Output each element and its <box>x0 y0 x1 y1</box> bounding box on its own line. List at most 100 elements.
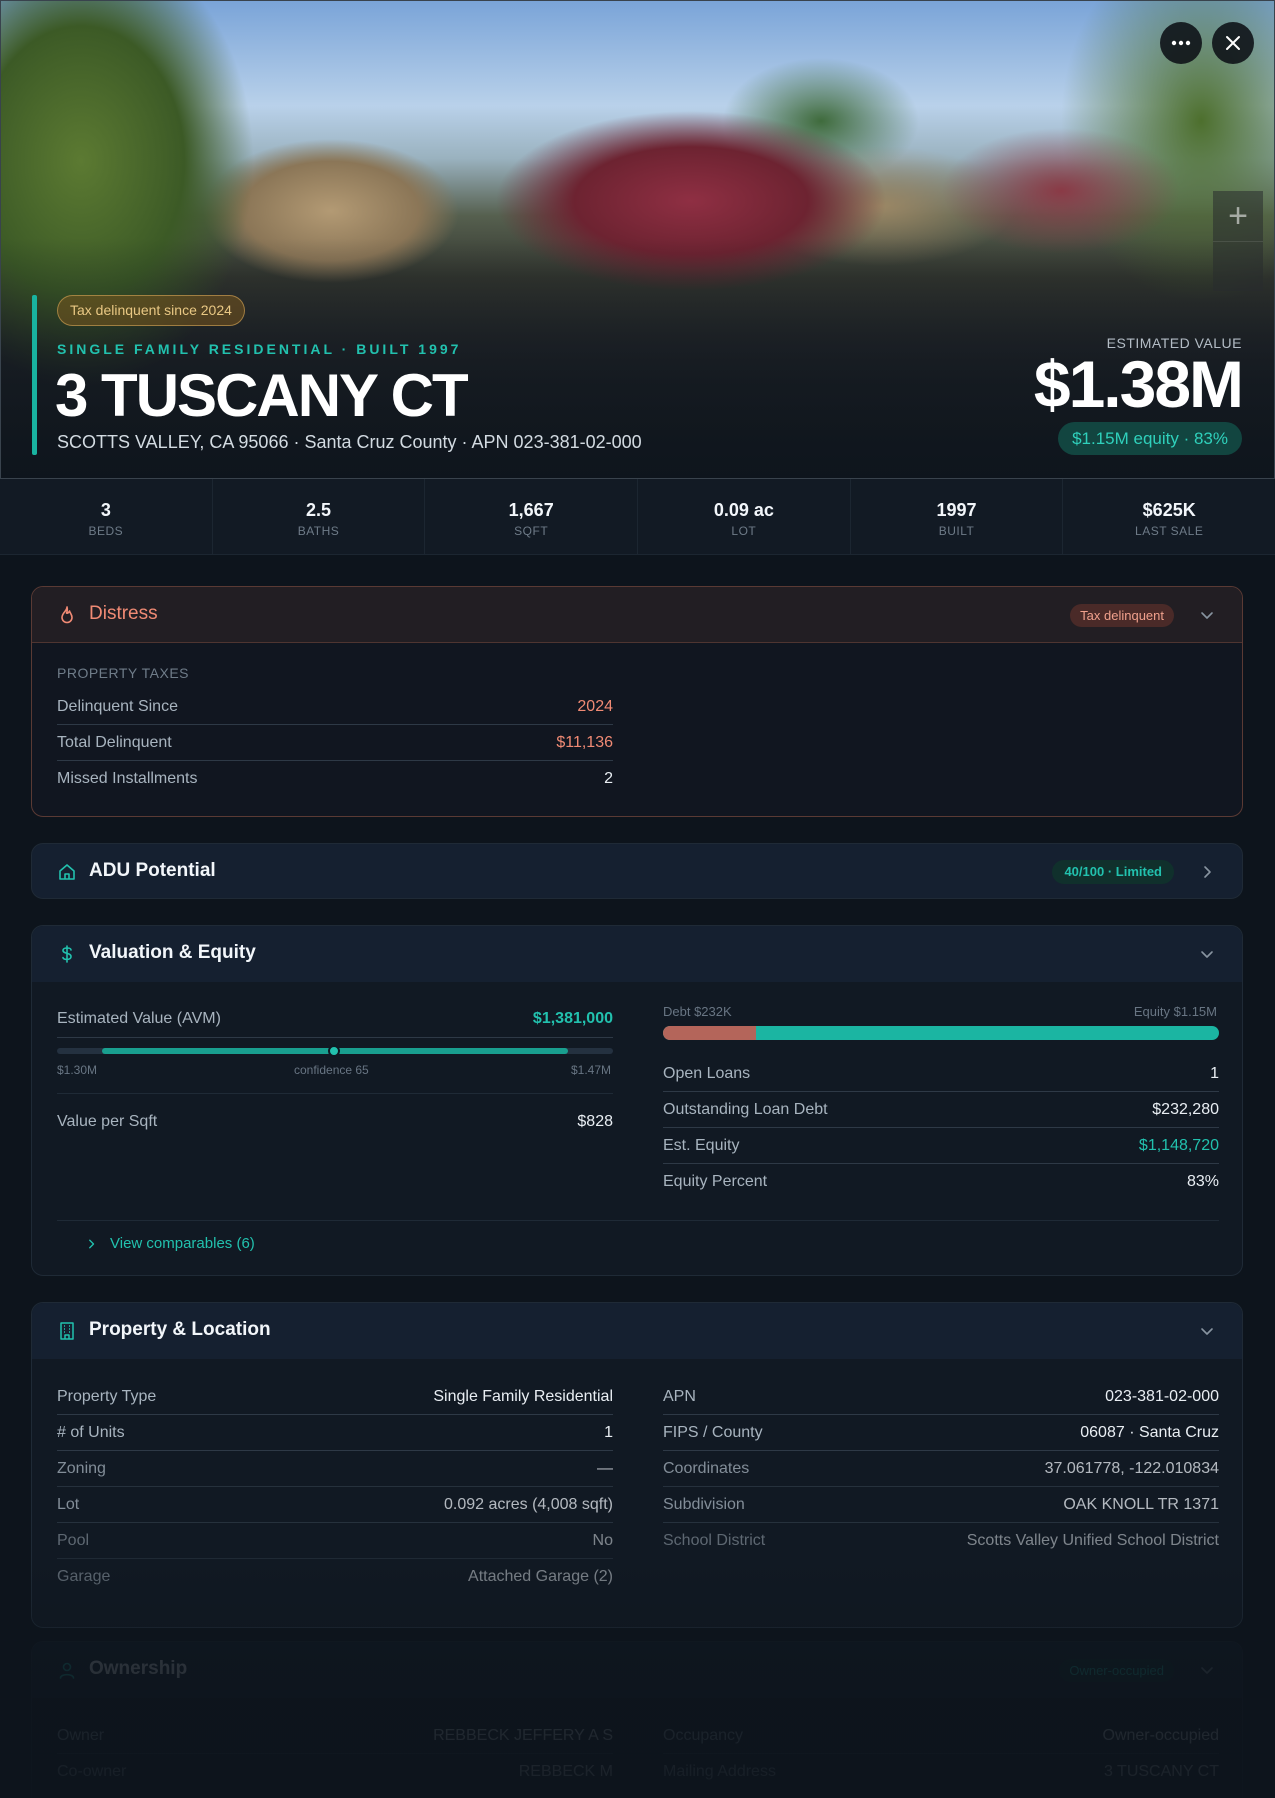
view-comparables-link[interactable]: View comparables (6) <box>86 1235 255 1252</box>
building-icon <box>60 1322 74 1340</box>
occupancy-badge: Owner-occupied <box>1059 1659 1174 1682</box>
zoom-divider <box>1213 241 1263 242</box>
close-button[interactable] <box>1212 22 1254 64</box>
chevron-down-icon[interactable] <box>1199 607 1215 623</box>
zoning-row: Zoning — <box>57 1451 613 1487</box>
row-value: 0.092 acres (4,008 sqft) <box>444 1495 613 1513</box>
garage-row: Garage Attached Garage (2) <box>57 1559 613 1595</box>
row-label: Co-owner <box>57 1763 127 1780</box>
row-label: Subdivision <box>663 1495 745 1513</box>
zoom-in-button[interactable]: + <box>1213 191 1263 241</box>
row-value: No <box>592 1531 613 1549</box>
stat-last-sale: $625K LAST SALE <box>1063 479 1275 554</box>
tax-delinquent-tag: Tax delinquent <box>1070 604 1174 627</box>
row-label: Coordinates <box>663 1459 750 1477</box>
chevron-down-icon[interactable] <box>1199 946 1215 962</box>
property-subtitle: SINGLE FAMILY RESIDENTIAL · BUILT 1997 <box>57 341 462 357</box>
row-label: Total Delinquent <box>57 733 172 751</box>
row-value: 1 <box>604 1423 613 1441</box>
chevron-down-icon[interactable] <box>1199 1662 1215 1678</box>
row-label: Value per Sqft <box>57 1113 158 1130</box>
property-location-card: Property & Location Property Type Single… <box>31 1302 1243 1628</box>
row-label: # of Units <box>57 1423 125 1441</box>
row-value: Owner-occupied <box>1102 1726 1220 1744</box>
row-value: 37.061778, -122.010834 <box>1044 1459 1219 1477</box>
row-label: Outstanding Loan Debt <box>663 1100 828 1118</box>
stat-built: 1997 BUILT <box>851 479 1064 554</box>
school-district-row: School District Scotts Valley Unified Sc… <box>663 1523 1219 1559</box>
dollar-icon <box>62 945 72 963</box>
row-label: Delinquent Since <box>57 697 178 715</box>
row-value: 2 <box>604 770 613 787</box>
distress-header[interactable]: Distress Tax delinquent <box>32 587 1242 643</box>
chevron-right-icon <box>89 1239 95 1248</box>
row-label: Property Type <box>57 1387 157 1405</box>
stat-sqft: 1,667 SQFT <box>425 479 639 554</box>
map-zoom-control: + <box>1213 191 1263 291</box>
comps-link-label: View comparables (6) <box>110 1235 255 1252</box>
stat-value: 2.5 <box>305 500 332 520</box>
row-value: 023-381-02-000 <box>1105 1387 1219 1405</box>
row-value: REBBECK M <box>518 1763 613 1780</box>
stat-label: LOT <box>731 524 757 538</box>
stat-value: $625K <box>1142 500 1196 520</box>
row-label: Missed Installments <box>57 770 198 787</box>
ownership-header[interactable]: Ownership Owner-occupied <box>32 1642 1242 1698</box>
range-high-label: $1.47M <box>570 1063 611 1077</box>
stat-beds: 3 BEDS <box>0 479 213 554</box>
row-value: 3 TUSCANY CT <box>1104 1763 1219 1780</box>
stat-baths: 2.5 BATHS <box>213 479 426 554</box>
pool-row: Pool No <box>57 1523 613 1559</box>
row-label: Zoning <box>57 1459 106 1477</box>
property-taxes-label: PROPERTY TAXES <box>57 665 190 681</box>
property-hero: + Tax delinquent since 2024 SINGLE FAMIL… <box>0 0 1275 479</box>
avm-row: Estimated Value (AVM) $1,381,000 <box>57 1001 613 1037</box>
more-options-button[interactable] <box>1160 22 1202 64</box>
missed-installments-row: Missed Installments 2 <box>57 761 613 797</box>
est-equity-row: Est. Equity $1,148,720 <box>663 1128 1219 1164</box>
stat-label: BEDS <box>88 524 124 538</box>
row-label: APN <box>663 1387 696 1405</box>
row-label: Est. Equity <box>663 1136 740 1154</box>
row-value: — <box>597 1459 613 1477</box>
adu-title: ADU Potential <box>89 860 216 881</box>
equity-percent-row: Equity Percent 83% <box>663 1164 1219 1200</box>
row-label: Owner <box>57 1726 105 1744</box>
row-label: Lot <box>57 1495 80 1513</box>
flame-icon <box>61 606 73 624</box>
distress-card: Distress Tax delinquent PROPERTY TAXES D… <box>31 586 1243 817</box>
debt-label: Debt $232K <box>663 1004 732 1019</box>
valuation-title: Valuation & Equity <box>89 942 256 963</box>
delinquent-since-row: Delinquent Since 2024 <box>57 689 613 725</box>
occupancy-row: Occupancy Owner-occupied <box>663 1718 1219 1754</box>
adu-header: ADU Potential 40/100 · Limited <box>32 844 1242 898</box>
stat-label: BUILT <box>938 524 975 538</box>
distress-title: Distress <box>89 603 158 624</box>
fips-county-row: FIPS / County 06087 · Santa Cruz <box>663 1415 1219 1451</box>
row-label: School District <box>663 1532 766 1549</box>
stat-value: 1997 <box>936 500 977 520</box>
row-label: Occupancy <box>663 1726 744 1744</box>
chevron-down-icon[interactable] <box>1199 1323 1215 1339</box>
property-title: 3 TUSCANY CT <box>55 362 469 429</box>
ownership-title: Ownership <box>89 1658 188 1679</box>
range-low-label: $1.30M <box>57 1063 98 1077</box>
chevron-right-icon <box>1204 866 1211 878</box>
row-value: OAK KNOLL TR 1371 <box>1063 1495 1219 1513</box>
confidence-label: confidence 65 <box>294 1063 369 1077</box>
row-value: $1,148,720 <box>1138 1136 1219 1154</box>
stat-value: 0.09 ac <box>713 500 774 520</box>
comps-divider <box>57 1220 1219 1221</box>
property-title-heading: Property & Location <box>89 1319 271 1340</box>
stat-value: 1,667 <box>508 500 554 520</box>
co-owner-row: Co-owner REBBECK M <box>57 1754 613 1790</box>
avm-label: Estimated Value (AVM) <box>57 1010 221 1027</box>
row-value: 06087 · Santa Cruz <box>1080 1423 1219 1441</box>
adu-potential-card[interactable]: ADU Potential 40/100 · Limited <box>31 843 1243 899</box>
stat-label: LAST SALE <box>1135 524 1204 538</box>
value-per-sqft-row: Value per Sqft $828 <box>57 1104 613 1140</box>
valuation-header[interactable]: Valuation & Equity <box>32 926 1242 982</box>
valuation-equity-card: Valuation & Equity Estimated Value (AVM)… <box>31 925 1243 1276</box>
lot-row: Lot 0.092 acres (4,008 sqft) <box>57 1487 613 1523</box>
property-header[interactable]: Property & Location <box>32 1303 1242 1359</box>
